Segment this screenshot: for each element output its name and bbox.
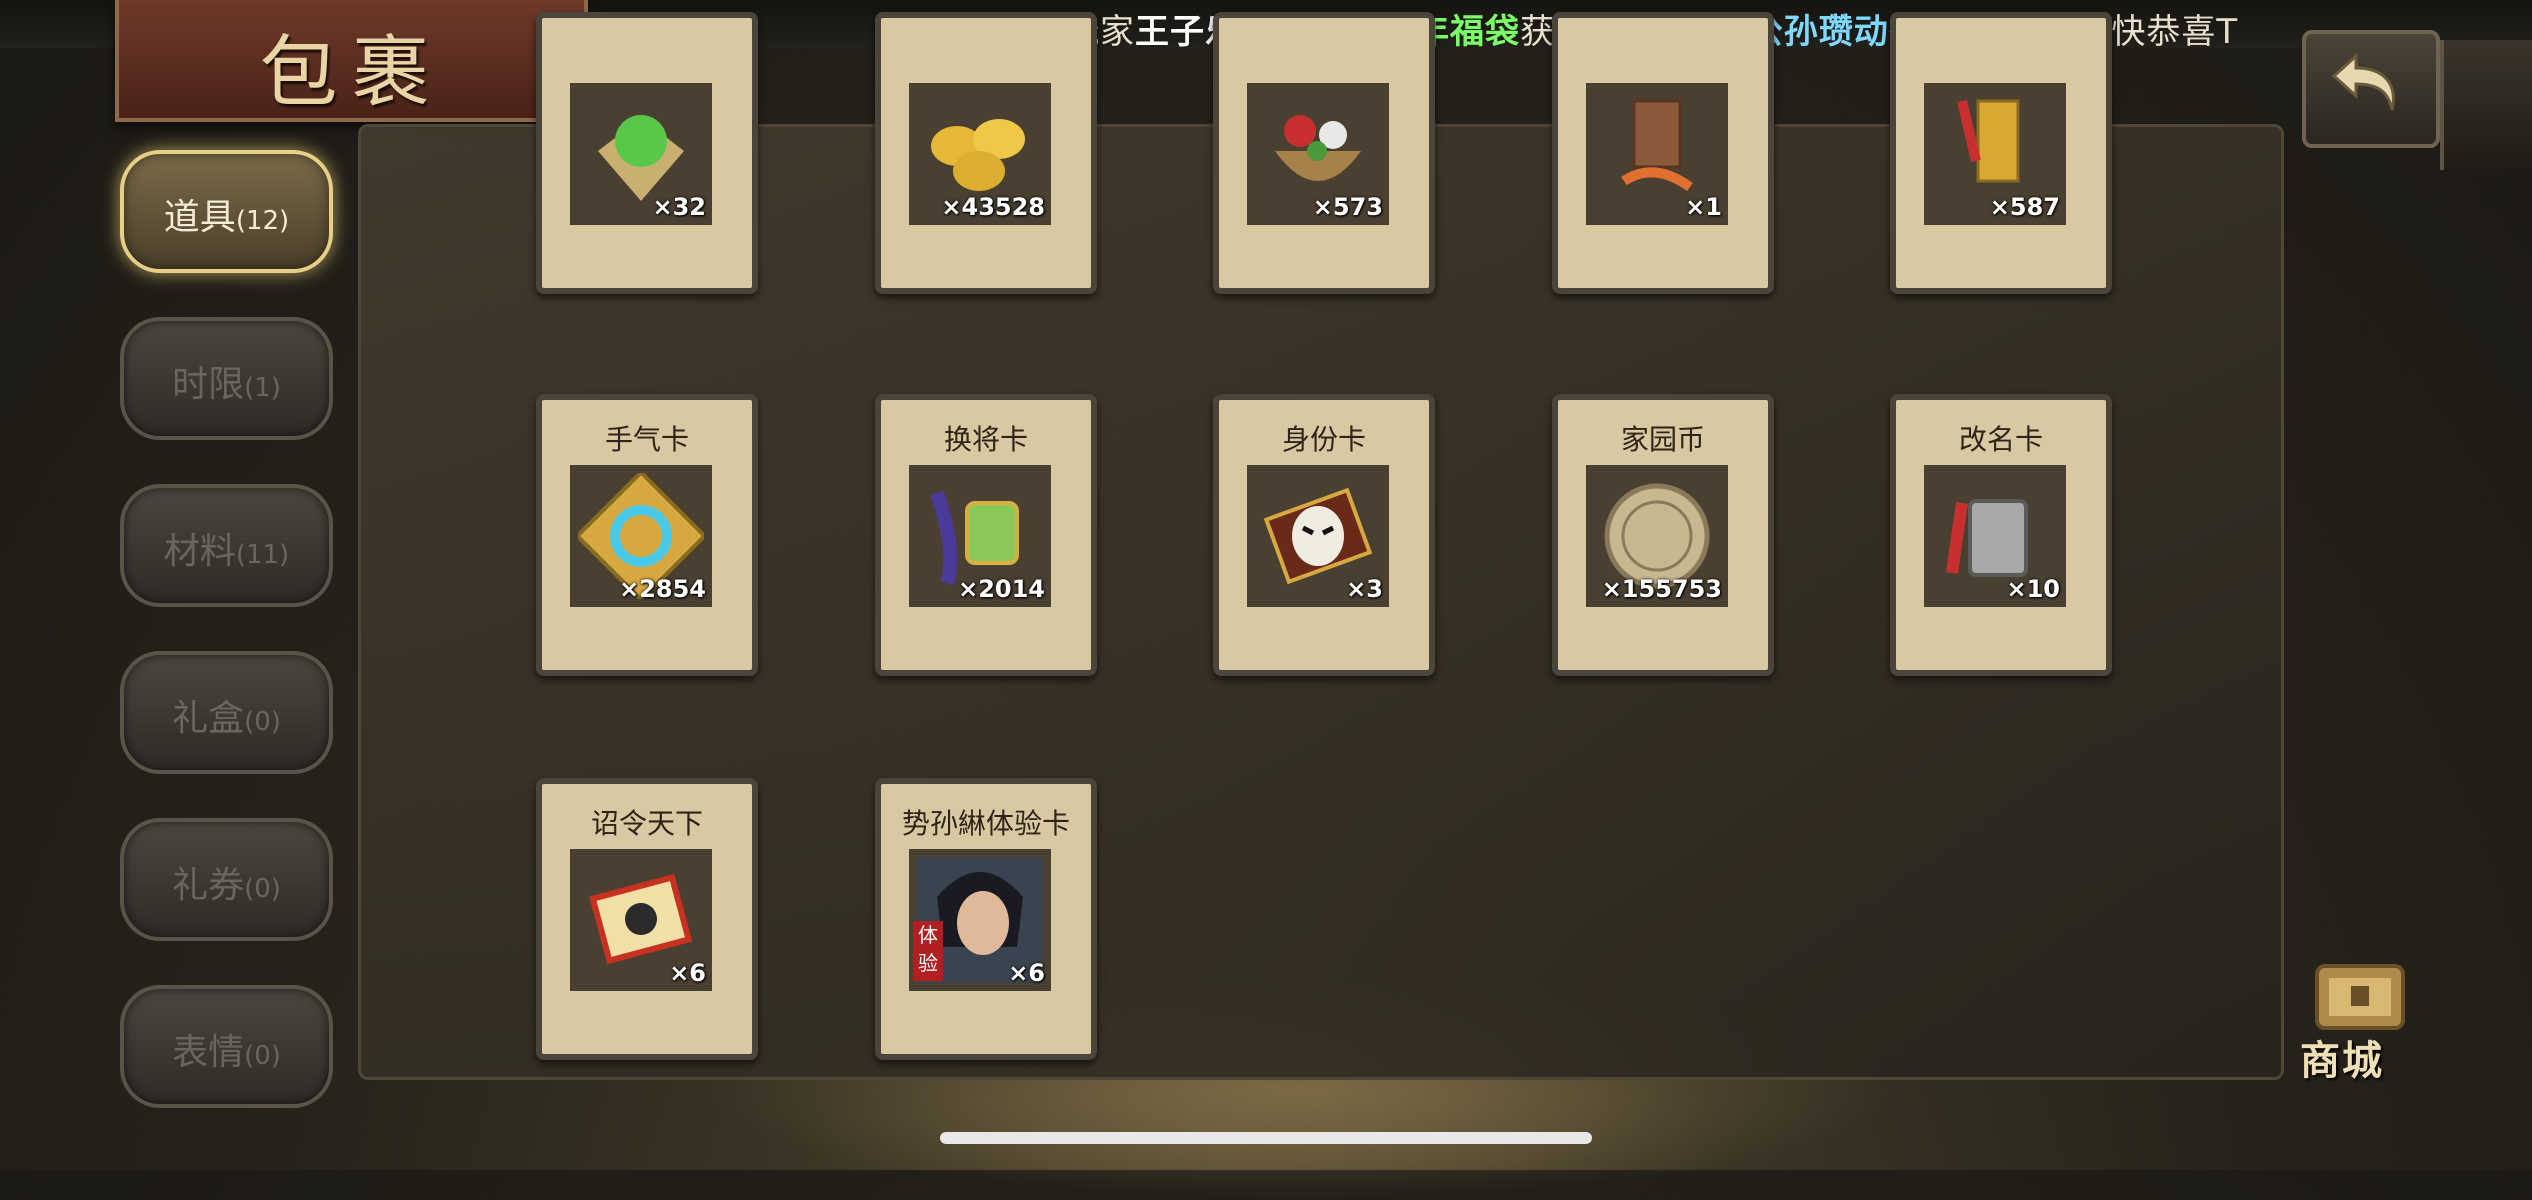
item-quantity: ×10	[2006, 575, 2060, 603]
page-title: 包裹	[259, 28, 444, 118]
tab-gift-box[interactable]: 礼盒(0)	[120, 651, 333, 774]
tab-coupons-label: 礼券(0)	[172, 865, 281, 906]
tab-timed[interactable]: 时限(1)	[120, 317, 333, 440]
item-card[interactable]: 家园币 ×155753	[1552, 394, 1774, 676]
item-card[interactable]: 诏令天下 ×6	[536, 778, 758, 1060]
item-quantity: ×573	[1312, 193, 1383, 221]
tab-coupons[interactable]: 礼券(0)	[120, 818, 333, 941]
title-plaque: 包裹	[115, 0, 588, 122]
item-slot: ×1	[1586, 83, 1728, 225]
back-arrow-icon	[2331, 52, 2395, 111]
item-slot: ×6	[570, 849, 712, 991]
item-name: 家园币	[1620, 423, 1705, 456]
tab-emotes[interactable]: 表情(0)	[120, 985, 333, 1108]
item-quantity: ×1	[1685, 193, 1722, 221]
item-quantity: ×155753	[1601, 575, 1722, 603]
home-indicator[interactable]	[940, 1132, 1592, 1144]
item-card[interactable]: ×573	[1213, 12, 1435, 294]
item-slot: ×2854	[570, 465, 712, 607]
item-name: 换将卡	[943, 423, 1028, 456]
item-slot: 体验 ×6	[909, 849, 1051, 991]
item-name: 改名卡	[1958, 423, 2043, 456]
tab-emotes-label: 表情(0)	[172, 1032, 281, 1073]
item-name: 身份卡	[1281, 423, 1366, 456]
item-name: 手气卡	[604, 423, 689, 456]
item-quantity: ×2014	[958, 575, 1045, 603]
tab-items-label: 道具(12)	[163, 197, 290, 238]
item-name: 诏令天下	[590, 807, 703, 840]
item-card[interactable]: 改名卡 ×10	[1890, 394, 2112, 676]
item-card[interactable]: ×32	[536, 12, 758, 294]
tab-gift-box-label: 礼盒(0)	[172, 698, 281, 739]
item-name: 势孙綝体验卡	[901, 807, 1070, 840]
item-card[interactable]: 身份卡 ×3	[1213, 394, 1435, 676]
item-slot: ×155753	[1586, 465, 1728, 607]
shop-label[interactable]: 商城	[2300, 1028, 2384, 1086]
item-card[interactable]: 势孙綝体验卡 体验 ×6	[875, 778, 1097, 1060]
corner-decoration	[2440, 40, 2532, 170]
item-quantity: ×43528	[941, 193, 1045, 221]
item-quantity: ×32	[652, 193, 706, 221]
item-card[interactable]: ×43528	[875, 12, 1097, 294]
back-button[interactable]	[2302, 30, 2440, 148]
item-quantity: ×6	[669, 959, 706, 987]
item-slot: ×43528	[909, 83, 1051, 225]
tab-materials-label: 材料(11)	[163, 531, 290, 572]
item-quantity: ×6	[1008, 959, 1045, 987]
item-slot: ×3	[1247, 465, 1389, 607]
item-quantity: ×587	[1989, 193, 2060, 221]
tab-items[interactable]: 道具(12)	[120, 150, 333, 273]
trial-badge: 体验	[913, 921, 943, 981]
tab-timed-label: 时限(1)	[172, 364, 281, 405]
tab-materials[interactable]: 材料(11)	[120, 484, 333, 607]
item-card[interactable]: ×587	[1890, 12, 2112, 294]
item-card[interactable]: 换将卡 ×2014	[875, 394, 1097, 676]
item-card[interactable]: ×1	[1552, 12, 1774, 294]
item-slot: ×587	[1924, 83, 2066, 225]
item-slot: ×10	[1924, 465, 2066, 607]
item-slot: ×2014	[909, 465, 1051, 607]
item-quantity: ×2854	[619, 575, 706, 603]
item-slot: ×573	[1247, 83, 1389, 225]
item-quantity: ×3	[1346, 575, 1383, 603]
item-slot: ×32	[570, 83, 712, 225]
item-card[interactable]: 手气卡 ×2854	[536, 394, 758, 676]
